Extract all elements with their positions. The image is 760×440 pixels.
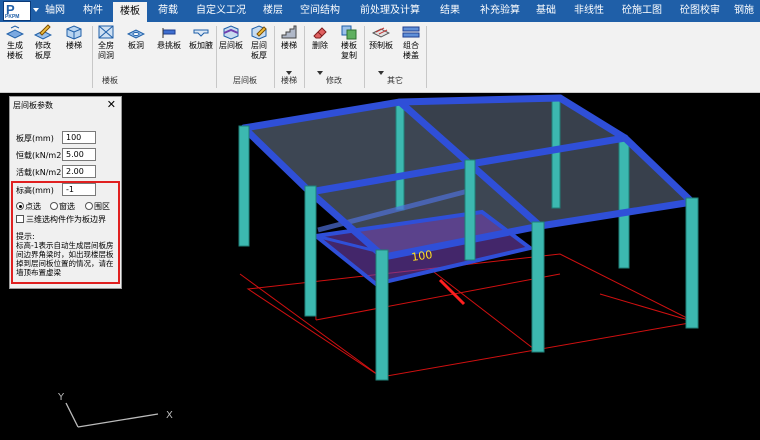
stairs-icon bbox=[281, 25, 297, 39]
x-axis-label: X bbox=[166, 410, 173, 421]
precast-slab-button[interactable]: 预制板 bbox=[366, 24, 396, 51]
other-group-label: 其它 bbox=[387, 76, 403, 85]
radio-dot bbox=[50, 202, 58, 210]
floor-stair-button[interactable]: 楼梯 bbox=[60, 24, 88, 51]
slab-group-label: 楼板 bbox=[102, 76, 118, 85]
slab-copy-button[interactable]: 楼板 复制 bbox=[336, 24, 362, 61]
floor-box-icon bbox=[66, 25, 82, 40]
slab-hole-icon bbox=[127, 29, 145, 39]
cantilever-icon bbox=[162, 28, 176, 38]
full-room-hole-button[interactable]: 全房 间洞 bbox=[94, 24, 118, 61]
ribbon-separator bbox=[426, 26, 427, 88]
dead-load-label: 恒载(kN/m2) bbox=[16, 151, 65, 160]
eraser-icon bbox=[313, 27, 327, 39]
thickness-label: 板厚(mm) bbox=[16, 134, 54, 143]
live-load-label: 活载(kN/m2) bbox=[16, 168, 65, 177]
boundary-checkbox-label: 三维选构件作为板边界 bbox=[26, 215, 106, 224]
tab-axis[interactable]: 轴网 bbox=[38, 0, 72, 22]
radio-region-select[interactable]: 围区 bbox=[85, 201, 110, 212]
elevation-input[interactable]: -1 bbox=[62, 183, 96, 196]
tab-floors[interactable]: 楼层 bbox=[256, 0, 290, 22]
mezz-slab-label: 层间板 bbox=[219, 41, 243, 50]
stairs-group-label: 楼梯 bbox=[281, 76, 297, 85]
radio-point-select[interactable]: 点选 bbox=[16, 201, 41, 212]
tab-loads[interactable]: 荷载 bbox=[151, 0, 185, 22]
tab-concrete-review[interactable]: 砼图校审 bbox=[676, 0, 724, 22]
stairs-label: 楼梯 bbox=[281, 41, 297, 50]
gen-slab-label: 生成 楼板 bbox=[7, 41, 23, 60]
ribbon-separator bbox=[274, 26, 275, 88]
haunch-icon bbox=[193, 29, 209, 37]
slab-generate-icon bbox=[6, 25, 24, 39]
stairs-button[interactable]: 楼梯 bbox=[276, 24, 302, 51]
mezzanine-params-panel: 层间板参数 ✕ 板厚(mm) 100 恒载(kN/m2) 5.00 活载(kN/… bbox=[9, 96, 122, 289]
tab-custom-cases[interactable]: 自定义工况 bbox=[192, 0, 250, 22]
hint-text: 标高-1表示自动生成层间板房间边界角梁时，如出现楼层板掉到层间板位置的情况，请在… bbox=[16, 241, 114, 277]
radio-window-label: 窗选 bbox=[59, 202, 75, 211]
edit-thickness-label: 修改 板厚 bbox=[35, 41, 51, 60]
edit-thickness-button[interactable]: 修改 板厚 bbox=[31, 24, 55, 61]
axis-indicator: X Y bbox=[57, 392, 173, 428]
panel-title: 层间板参数 bbox=[13, 101, 53, 110]
room-hole-icon bbox=[98, 25, 114, 39]
menu-bar: P PKPM 轴网 构件 楼板 荷载 自定义工况 楼层 空间结构 前处理及计算 … bbox=[0, 0, 760, 22]
radio-dot bbox=[85, 202, 93, 210]
mezzanine-slab-icon bbox=[223, 25, 239, 40]
pencil-slab-icon bbox=[34, 24, 52, 40]
ribbon-separator bbox=[216, 26, 217, 88]
tab-members[interactable]: 构件 bbox=[76, 0, 110, 22]
tab-nonlinear[interactable]: 非线性 bbox=[570, 0, 608, 22]
floor-stair-label: 楼梯 bbox=[66, 41, 82, 50]
dead-load-input[interactable]: 5.00 bbox=[62, 148, 96, 161]
boundary-checkbox[interactable]: 三维选构件作为板边界 bbox=[16, 214, 106, 225]
cantilever-slab-label: 悬挑板 bbox=[157, 41, 181, 50]
thickness-input[interactable]: 100 bbox=[62, 131, 96, 144]
mezz-group-label: 层间板 bbox=[233, 76, 257, 85]
live-load-input[interactable]: 2.00 bbox=[62, 165, 96, 178]
slab-hole-label: 板洞 bbox=[128, 41, 144, 50]
cantilever-slab-button[interactable]: 悬挑板 bbox=[154, 24, 184, 51]
delete-button[interactable]: 删除 bbox=[306, 24, 334, 51]
ribbon-toolbar: 生成 楼板 修改 板厚 楼梯 全房 间洞 板洞 悬挑板 板加腋 楼板 层间板 层… bbox=[0, 22, 760, 93]
combined-roof-label: 组合 楼盖 bbox=[403, 41, 419, 60]
close-icon[interactable]: ✕ bbox=[107, 98, 116, 111]
edit-group-label: 修改 bbox=[326, 76, 342, 85]
elevation-label: 标高(mm) bbox=[16, 186, 54, 195]
tab-slab[interactable]: 楼板 bbox=[113, 0, 147, 22]
tab-preprocess[interactable]: 前处理及计算 bbox=[356, 0, 424, 22]
mezz-slab-button[interactable]: 层间板 bbox=[218, 24, 244, 51]
ribbon-separator bbox=[304, 26, 305, 88]
tab-results[interactable]: 结果 bbox=[433, 0, 467, 22]
slab-copy-label: 楼板 复制 bbox=[341, 41, 357, 60]
ribbon-separator bbox=[364, 26, 365, 88]
mezz-thickness-label: 层间 板厚 bbox=[251, 41, 267, 60]
radio-point-label: 点选 bbox=[25, 202, 41, 211]
delete-label: 删除 bbox=[312, 41, 328, 50]
pkpm-logo[interactable]: P PKPM bbox=[3, 1, 31, 21]
mezz-thickness-button[interactable]: 层间 板厚 bbox=[246, 24, 272, 61]
tab-foundation[interactable]: 基础 bbox=[532, 0, 560, 22]
tab-steel[interactable]: 钢施 bbox=[734, 0, 760, 22]
gen-slab-button[interactable]: 生成 楼板 bbox=[3, 24, 27, 61]
full-room-hole-label: 全房 间洞 bbox=[98, 41, 114, 60]
combined-roof-button[interactable]: 组合 楼盖 bbox=[398, 24, 424, 61]
radio-window-select[interactable]: 窗选 bbox=[50, 201, 75, 212]
combined-floor-icon bbox=[402, 26, 420, 38]
slab-haunch-label: 板加腋 bbox=[189, 41, 213, 50]
mezzanine-thickness-icon bbox=[251, 25, 267, 40]
copy-slab-icon bbox=[341, 25, 357, 40]
checkbox-box bbox=[16, 215, 24, 223]
slab-hole-button[interactable]: 板洞 bbox=[122, 24, 150, 51]
y-axis-label: Y bbox=[57, 392, 65, 403]
radio-region-label: 围区 bbox=[94, 202, 110, 211]
radio-dot-checked bbox=[16, 202, 24, 210]
slab-haunch-button[interactable]: 板加腋 bbox=[186, 24, 216, 51]
logo-caption: PKPM bbox=[5, 14, 20, 20]
precast-slab-label: 预制板 bbox=[369, 41, 393, 50]
precast-slab-icon bbox=[372, 27, 390, 38]
tab-supplementary-check[interactable]: 补充验算 bbox=[476, 0, 524, 22]
tab-concrete-drawings[interactable]: 砼施工图 bbox=[618, 0, 666, 22]
tab-spatial[interactable]: 空间结构 bbox=[296, 0, 344, 22]
